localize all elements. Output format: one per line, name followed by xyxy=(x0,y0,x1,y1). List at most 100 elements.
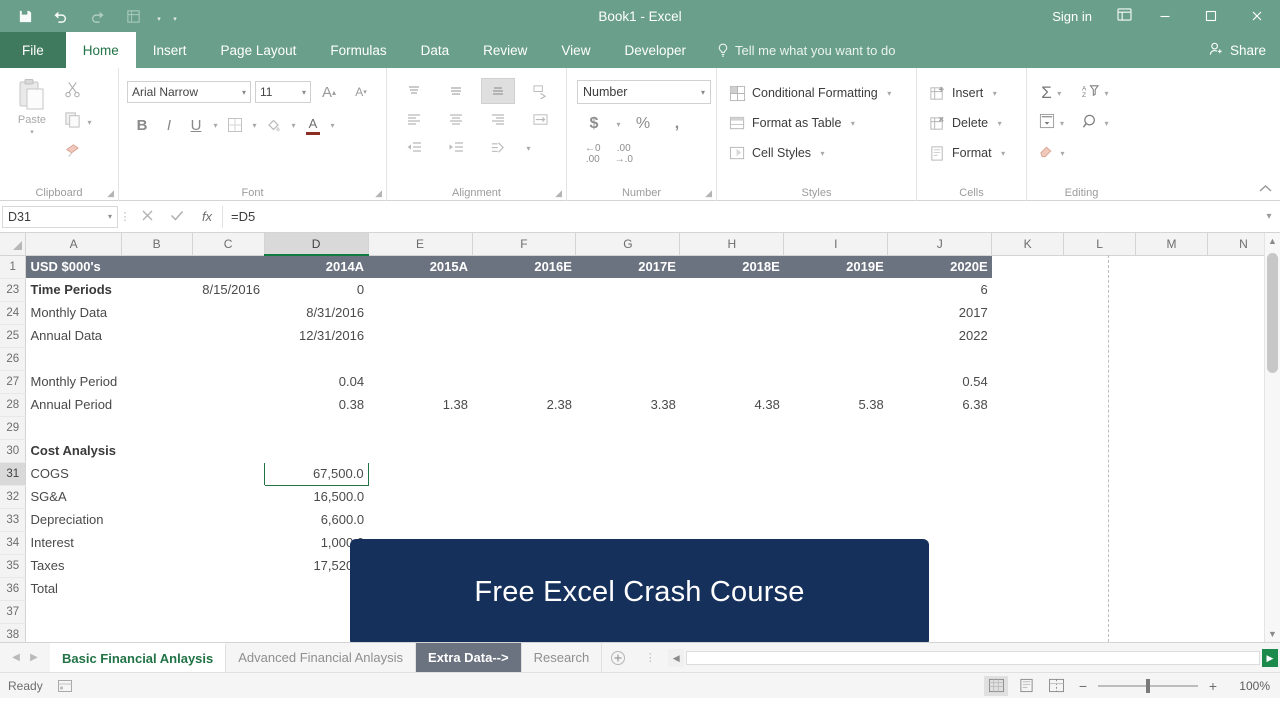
cell-L25[interactable] xyxy=(1064,324,1136,347)
cell-L23[interactable] xyxy=(1064,278,1136,301)
chevron-down-icon[interactable]: ▾ xyxy=(1054,89,1065,98)
clear-button[interactable]: ▾ xyxy=(1031,138,1075,168)
cell-M36[interactable] xyxy=(1136,577,1208,600)
grow-font-icon[interactable]: A▴ xyxy=(315,80,343,104)
cell-A33[interactable]: Depreciation xyxy=(26,508,121,531)
column-header-L[interactable]: L xyxy=(1064,233,1136,255)
chevron-down-icon[interactable]: ▾ xyxy=(84,118,95,127)
cell-B28[interactable] xyxy=(121,393,192,416)
delete-cells-button[interactable]: Delete ▾ xyxy=(921,108,1022,138)
chevron-down-icon[interactable]: ▾ xyxy=(1057,119,1068,128)
column-header-I[interactable]: I xyxy=(784,233,888,255)
zoom-in-button[interactable]: + xyxy=(1204,678,1222,694)
row-header-34[interactable]: 34 xyxy=(0,531,26,554)
cell-A1[interactable]: USD $000's xyxy=(26,255,121,278)
cell-styles-button[interactable]: Cell Styles ▾ xyxy=(721,138,912,168)
save-icon[interactable] xyxy=(8,2,42,30)
cell-B38[interactable] xyxy=(121,623,192,642)
currency-format-button[interactable]: $ xyxy=(579,110,609,138)
cell-C25[interactable] xyxy=(192,324,264,347)
cell-L38[interactable] xyxy=(1064,623,1136,642)
cell-H26[interactable] xyxy=(680,347,784,370)
cell-J23[interactable]: 6 xyxy=(888,278,992,301)
cell-F23[interactable] xyxy=(472,278,576,301)
cell-C27[interactable] xyxy=(192,370,264,393)
table-row[interactable]: 32SG&A16,500.0 xyxy=(0,485,1280,508)
find-and-select-button[interactable]: ▾ xyxy=(1075,108,1119,138)
cell-M1[interactable] xyxy=(1136,255,1208,278)
cell-I26[interactable] xyxy=(784,347,888,370)
column-header-J[interactable]: J xyxy=(888,233,992,255)
row-header-1[interactable]: 1 xyxy=(0,255,26,278)
cell-B29[interactable] xyxy=(121,416,192,439)
cell-D32[interactable]: 16,500.0 xyxy=(264,485,368,508)
expand-formula-bar-icon[interactable]: ▾ xyxy=(1258,211,1280,222)
cell-H25[interactable] xyxy=(680,324,784,347)
cell-I1[interactable]: 2019E xyxy=(784,255,888,278)
cell-A30[interactable]: Cost Analysis xyxy=(26,439,121,462)
cell-E31[interactable] xyxy=(368,462,472,485)
cell-J26[interactable] xyxy=(888,347,992,370)
italic-button[interactable]: I xyxy=(156,112,182,138)
cell-A31[interactable]: COGS xyxy=(26,462,121,485)
cell-G23[interactable] xyxy=(576,278,680,301)
row-header-23[interactable]: 23 xyxy=(0,278,26,301)
clipboard-dialog-launcher[interactable]: ◢ xyxy=(107,188,114,199)
ribbon-tab-data[interactable]: Data xyxy=(404,32,467,68)
cell-B31[interactable] xyxy=(121,462,192,485)
row-header-28[interactable]: 28 xyxy=(0,393,26,416)
cell-B37[interactable] xyxy=(121,600,192,623)
scroll-left-icon[interactable]: ◀ xyxy=(668,649,684,667)
scroll-right-icon[interactable]: ▶ xyxy=(1262,649,1278,667)
format-as-table-button[interactable]: Format as Table ▾ xyxy=(721,108,912,138)
cell-K31[interactable] xyxy=(992,462,1064,485)
column-header-M[interactable]: M xyxy=(1136,233,1208,255)
worksheet-grid[interactable]: A B C D E F G H I J K L M N 1USD $000's2… xyxy=(0,233,1280,642)
cell-K24[interactable] xyxy=(992,301,1064,324)
cell-C24[interactable] xyxy=(192,301,264,324)
ribbon-tab-file[interactable]: File xyxy=(0,32,66,68)
cell-G33[interactable] xyxy=(576,508,680,531)
table-row[interactable]: 33Depreciation6,600.0 xyxy=(0,508,1280,531)
cell-E25[interactable] xyxy=(368,324,472,347)
normal-view-button[interactable] xyxy=(984,676,1008,696)
cell-J30[interactable] xyxy=(888,439,992,462)
fill-color-button[interactable] xyxy=(261,112,287,138)
cell-B35[interactable] xyxy=(121,554,192,577)
cell-M38[interactable] xyxy=(1136,623,1208,642)
table-row[interactable]: 24Monthly Data8/31/20162017 xyxy=(0,301,1280,324)
column-header-D[interactable]: D xyxy=(264,233,368,255)
cell-D23[interactable]: 0 xyxy=(264,278,368,301)
comma-style-button[interactable]: , xyxy=(662,110,692,138)
cell-K32[interactable] xyxy=(992,485,1064,508)
cell-B27[interactable] xyxy=(121,370,192,393)
cell-G30[interactable] xyxy=(576,439,680,462)
cell-A36[interactable]: Total xyxy=(26,577,121,600)
decrease-decimal-icon[interactable]: .00→.0 xyxy=(615,144,633,165)
sign-in-button[interactable]: Sign in xyxy=(1038,9,1106,24)
cell-L28[interactable] xyxy=(1064,393,1136,416)
cell-D24[interactable]: 8/31/2016 xyxy=(264,301,368,324)
cell-K35[interactable] xyxy=(992,554,1064,577)
column-header-A[interactable]: A xyxy=(26,233,121,255)
minimize-button[interactable] xyxy=(1142,0,1188,32)
row-header-37[interactable]: 37 xyxy=(0,600,26,623)
cell-E24[interactable] xyxy=(368,301,472,324)
cell-M27[interactable] xyxy=(1136,370,1208,393)
cell-M34[interactable] xyxy=(1136,531,1208,554)
align-center-icon[interactable] xyxy=(439,106,473,132)
cut-button[interactable] xyxy=(60,80,95,104)
cell-A32[interactable]: SG&A xyxy=(26,485,121,508)
cell-F27[interactable] xyxy=(472,370,576,393)
chevron-down-icon[interactable]: ▾ xyxy=(884,89,895,98)
cell-C1[interactable] xyxy=(192,255,264,278)
undo-icon[interactable] xyxy=(44,2,78,30)
record-macro-icon[interactable] xyxy=(57,679,73,693)
cell-M30[interactable] xyxy=(1136,439,1208,462)
sort-and-filter-button[interactable]: AZ ▾ xyxy=(1075,78,1119,108)
percent-format-button[interactable]: % xyxy=(628,110,658,138)
cell-H29[interactable] xyxy=(680,416,784,439)
cell-J31[interactable] xyxy=(888,462,992,485)
cell-A25[interactable]: Annual Data xyxy=(26,324,121,347)
row-header-26[interactable]: 26 xyxy=(0,347,26,370)
